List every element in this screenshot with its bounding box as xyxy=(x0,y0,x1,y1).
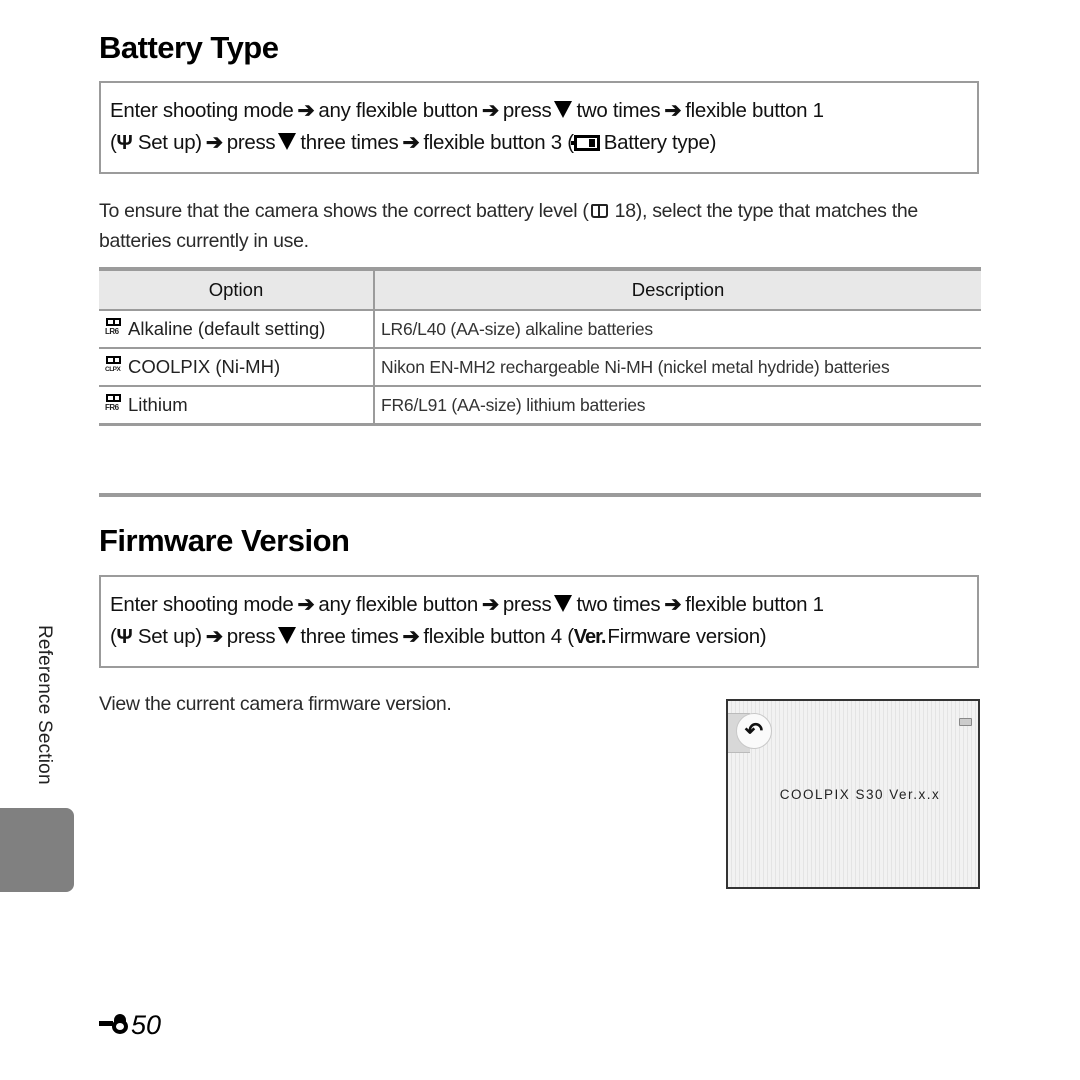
nav-step: Set up) xyxy=(137,625,202,648)
table-header-row: Option Description xyxy=(99,267,981,311)
arrow-right-icon: ➔ xyxy=(402,131,420,154)
arrow-right-icon: ➔ xyxy=(402,625,420,648)
nav-step: any flexible button xyxy=(318,99,478,122)
section-tab xyxy=(0,808,74,892)
battery-nav-path: Enter shooting mode ➔ any flexible button ➔… xyxy=(99,81,979,174)
nav-step: Set up) xyxy=(137,131,202,154)
firmware-nav-path: Enter shooting mode ➔ any flexible button ➔… xyxy=(99,575,979,668)
nav-step: three times xyxy=(300,625,399,648)
option-cell: CLPX COOLPIX (Ni-MH) xyxy=(99,348,375,387)
arrow-right-icon: ➔ xyxy=(205,625,223,648)
table-row: LR6 Alkaline (default setting) LR6/L40 (A… xyxy=(99,310,981,349)
table-row: CLPX COOLPIX (Ni-MH) Nikon EN-MH2 recharg… xyxy=(99,348,981,387)
nav-step: three times xyxy=(300,131,399,154)
nav-step: flexible button 3 ( xyxy=(423,131,574,154)
arrow-right-icon: ➔ xyxy=(297,593,315,616)
nav-step: Firmware version) xyxy=(607,625,767,648)
arrow-right-icon: ➔ xyxy=(481,593,499,616)
page-reference[interactable]: 18 xyxy=(615,200,636,222)
nav-step: press xyxy=(502,99,552,122)
arrow-right-icon: ➔ xyxy=(481,99,499,122)
battery-icon xyxy=(570,135,600,151)
nav-step: flexible button 1 xyxy=(685,593,824,616)
firmware-description: View the current camera firmware version… xyxy=(99,693,452,715)
description-cell: LR6/L40 (AA-size) alkaline batteries xyxy=(374,310,981,349)
section-divider xyxy=(99,493,981,497)
option-label: Alkaline (default setting) xyxy=(128,318,326,339)
battery-type-heading: Battery Type xyxy=(99,30,279,65)
nav-step: Battery type) xyxy=(603,131,717,154)
page-number: 50 xyxy=(99,1010,161,1041)
battery-options-table: Option Description LR6 Alkaline (default … xyxy=(99,267,981,426)
firmware-version-heading: Firmware Version xyxy=(99,523,350,558)
option-cell: FR6 Lithium xyxy=(99,386,375,426)
arrow-right-icon: ➔ xyxy=(205,131,223,154)
option-label: Lithium xyxy=(128,394,188,415)
arrow-right-icon: ➔ xyxy=(297,99,315,122)
nav-step: Enter shooting mode xyxy=(110,593,294,616)
wrench-setup-icon: Ψ xyxy=(116,626,133,648)
intro-text: To ensure that the camera shows the corr… xyxy=(99,200,589,222)
battery-intro-paragraph: To ensure that the camera shows the corr… xyxy=(99,196,939,256)
nav-step: press xyxy=(502,593,552,616)
page-number-value: 50 xyxy=(131,1010,162,1040)
down-triangle-icon xyxy=(278,133,297,150)
battery-lr6-icon: LR6 xyxy=(105,318,123,338)
nav-step: flexible button 1 xyxy=(685,99,824,122)
nav-step: Enter shooting mode xyxy=(110,99,294,122)
table-row: FR6 Lithium FR6/L91 (AA-size) lithium bat… xyxy=(99,386,981,426)
reference-section-e-icon xyxy=(99,1014,131,1036)
firmware-version-text: COOLPIX S30 Ver.x.x xyxy=(779,787,941,802)
down-triangle-icon xyxy=(554,595,573,612)
description-cell: FR6/L91 (AA-size) lithium batteries xyxy=(374,386,981,426)
down-triangle-icon xyxy=(278,627,297,644)
battery-level-icon xyxy=(959,718,972,726)
back-icon[interactable]: ↶ xyxy=(736,713,772,749)
ver-icon: Ver. xyxy=(573,626,607,648)
description-cell: Nikon EN-MH2 rechargeable Ni-MH (nickel … xyxy=(374,348,981,387)
camera-screen-preview: ↶ COOLPIX S30 Ver.x.x xyxy=(726,699,980,889)
down-triangle-icon xyxy=(554,101,573,118)
book-reference-icon xyxy=(590,204,608,218)
nav-step: press xyxy=(226,131,276,154)
side-section-label: Reference Section xyxy=(34,625,55,785)
nav-step: any flexible button xyxy=(318,593,478,616)
nav-step: press xyxy=(226,625,276,648)
arrow-right-icon: ➔ xyxy=(664,593,682,616)
nav-step: two times xyxy=(576,99,661,122)
wrench-setup-icon: Ψ xyxy=(116,132,133,154)
nav-step: two times xyxy=(576,593,661,616)
option-cell: LR6 Alkaline (default setting) xyxy=(99,310,375,349)
nav-step: flexible button 4 ( xyxy=(423,625,574,648)
battery-clpx-icon: CLPX xyxy=(105,356,123,376)
arrow-right-icon: ➔ xyxy=(664,99,682,122)
option-label: COOLPIX (Ni-MH) xyxy=(128,356,281,377)
column-header-option: Option xyxy=(99,267,375,311)
battery-fr6-icon: FR6 xyxy=(105,394,123,414)
column-header-description: Description xyxy=(374,267,981,311)
